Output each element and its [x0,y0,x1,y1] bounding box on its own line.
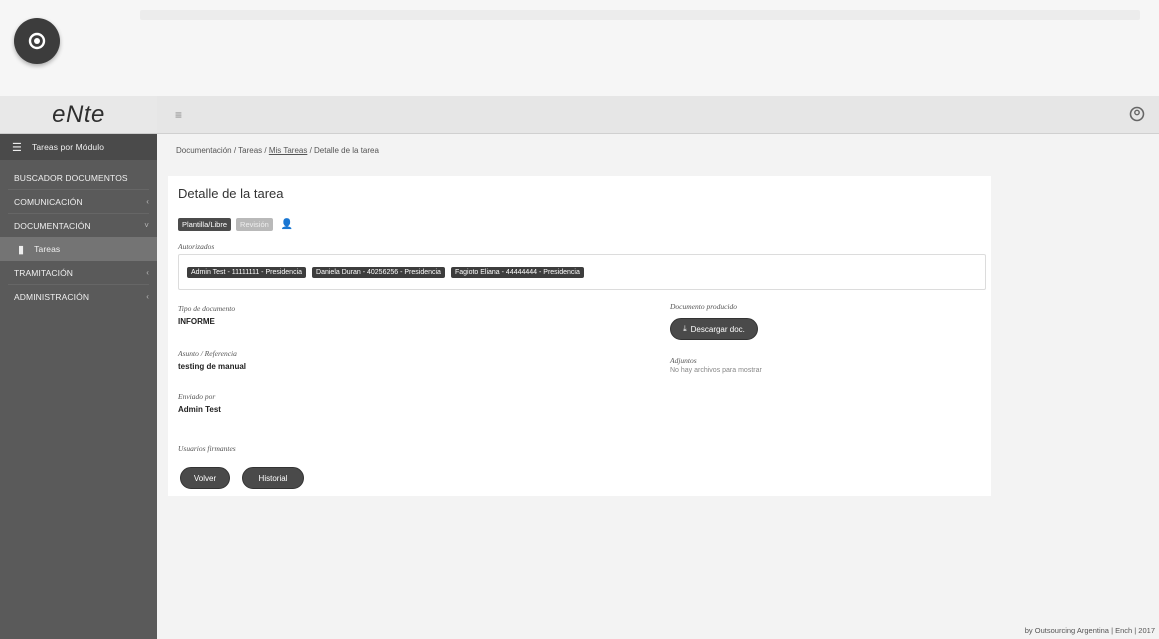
list-icon: ☰ [12,141,22,154]
breadcrumb-item[interactable]: Mis Tareas [269,146,308,155]
sidebar-item-label: DOCUMENTACIÓN [14,220,91,231]
authorized-list: Admin Test - 11111111 - Presidencia Dani… [178,254,986,290]
page-title: Detalle de la tarea [178,186,284,201]
sidebar-item-label: Tareas por Módulo [31,142,105,152]
logo-box[interactable]: eNte [0,96,157,134]
sidebar-item-label: Tareas [34,244,61,254]
sidebar-item-comunicacion[interactable]: COMUNICACIÓN ‹ [0,190,157,213]
download-doc-label: Descargar doc. [690,324,745,334]
breadcrumb: Documentación / Tareas / Mis Tareas / De… [176,146,379,155]
task-detail-card: Detalle de la tarea Plantilla/Libre Revi… [168,176,991,496]
chevron-left-icon: ‹ [146,197,149,206]
subject-label: Asunto / Referencia [178,349,237,358]
breadcrumb-item[interactable]: Documentación [176,146,232,155]
chevron-down-icon: ˅ [144,221,149,230]
sidebar-item-buscador-documentos[interactable]: BUSCADOR DOCUMENTOS [0,166,157,189]
add-user-icon[interactable]: 👤 [281,219,293,230]
app-shell: eNte ☰ Tareas por Módulo BUSCADOR DOCUME… [0,96,1159,639]
footer-credits: by Outsourcing Argentina | Ench | 2017 [1024,626,1155,635]
download-doc-button[interactable]: ⤓ Descargar doc. [670,318,758,340]
topbar: ≡ [157,96,1159,134]
logo: eNte [52,100,105,128]
download-icon: ⤓ [683,324,687,333]
authorized-label: Autorizados [178,242,215,251]
eye-icon [28,32,46,50]
faint-header-bar [140,10,1140,20]
sidebar-item-label: ADMINISTRACIÓN [14,291,90,302]
back-button[interactable]: Volver [180,467,230,489]
badges-row: Plantilla/Libre Revisión 👤 [178,218,293,231]
authorized-chip: Daniela Duran - 40256256 - Presidencia [312,266,445,278]
sidebar-item-tareas[interactable]: ▮ Tareas [0,237,157,261]
subject-value: testing de manual [178,362,247,371]
document-icon: ▮ [18,243,25,256]
hamburger-icon[interactable]: ≡ [175,108,182,122]
sidebar-item-documentacion[interactable]: DOCUMENTACIÓN ˅ [0,214,157,237]
doc-type-label: Tipo de documento [178,304,236,313]
sidebar-item-label: TRAMITACIÓN [14,267,74,278]
sidebar-item-administracion[interactable]: ADMINISTRACIÓN ‹ [0,285,157,308]
breadcrumb-current: Detalle de la tarea [314,146,379,155]
authorized-chip: Fagioto Eliana - 44444444 - Presidencia [450,266,584,278]
chevron-left-icon: ‹ [146,292,149,301]
sidebar-item-tareas-por-modulo[interactable]: ☰ Tareas por Módulo [0,134,157,160]
sent-by-label: Enviado por [178,392,216,401]
sidebar-item-label: BUSCADOR DOCUMENTOS [14,172,128,183]
history-button[interactable]: Historial [242,467,304,489]
sidebar-item-label: COMUNICACIÓN [14,196,83,207]
template-badge: Plantilla/Libre [178,218,232,231]
chevron-left-icon: ‹ [146,268,149,277]
eye-button[interactable] [14,18,60,64]
authorized-chip: Admin Test - 11111111 - Presidencia [187,266,307,278]
doc-type-value: INFORME [178,317,215,326]
page-background-top [0,0,1159,96]
sidebar-item-tramitacion[interactable]: TRAMITACIÓN ‹ [0,261,157,284]
sidebar: eNte ☰ Tareas por Módulo BUSCADOR DOCUME… [0,96,157,639]
signers-label: Usuarios firmantes [178,444,236,453]
attachments-label: Adjuntos [670,356,697,365]
produced-doc-label: Documento producido [670,302,738,311]
user-icon[interactable] [1129,106,1145,122]
breadcrumb-item[interactable]: Tareas [238,146,262,155]
attachments-empty: No hay archivos para mostrar [670,367,762,374]
sent-by-value: Admin Test [178,405,221,414]
status-badge: Revisión [236,218,273,231]
